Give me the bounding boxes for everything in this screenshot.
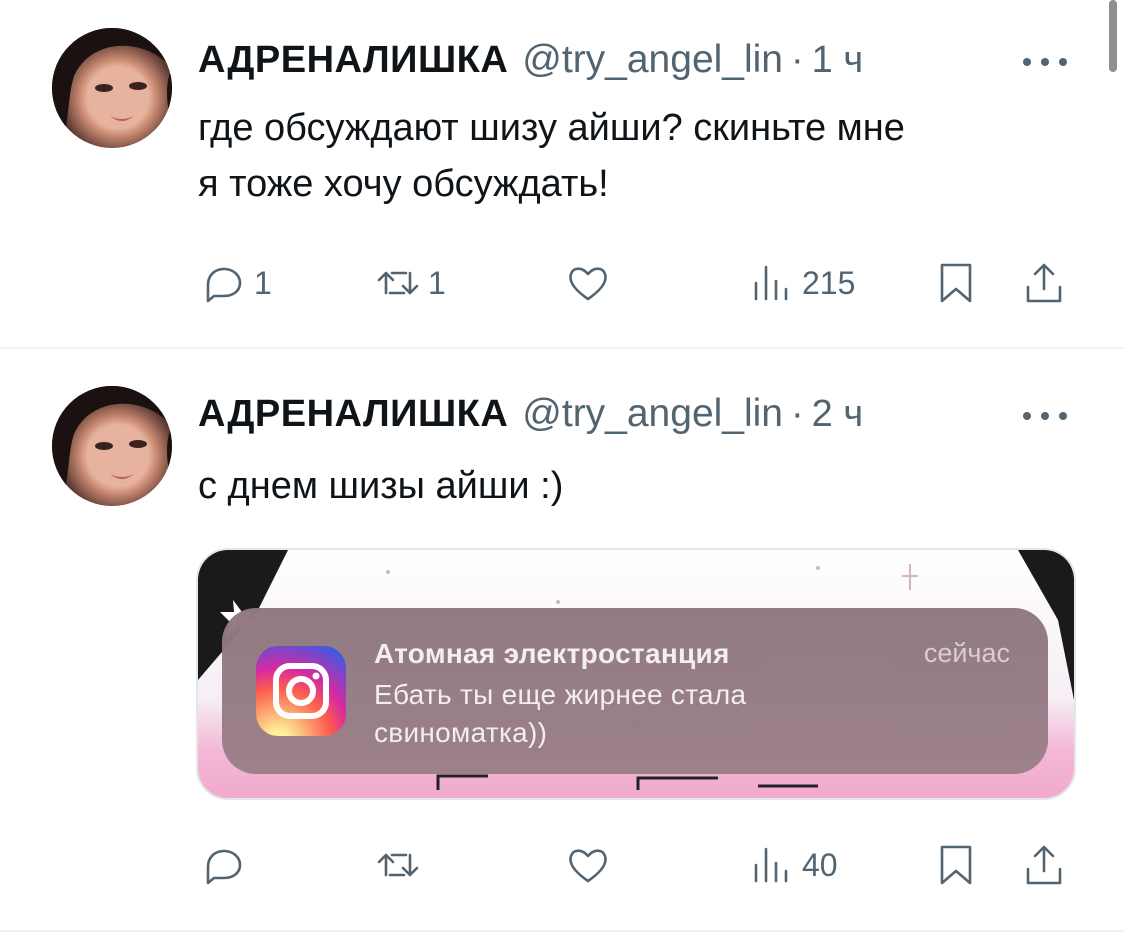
share-button[interactable] xyxy=(1022,840,1066,890)
views-button[interactable]: 215 xyxy=(750,258,855,308)
instagram-icon xyxy=(256,646,346,736)
views-count: 215 xyxy=(802,264,856,301)
views-count: 40 xyxy=(802,846,838,883)
views-icon xyxy=(754,847,788,883)
views-icon xyxy=(754,265,788,301)
tweet-actions: 1 1 215 xyxy=(196,258,1076,308)
retweet-button[interactable] xyxy=(376,840,420,890)
retweet-count: 1 xyxy=(428,264,446,301)
divider xyxy=(0,930,1125,932)
share-button[interactable] xyxy=(1022,258,1066,308)
author-handle[interactable]: @try_angel_lin xyxy=(522,38,783,82)
heart-icon xyxy=(569,849,607,883)
avatar[interactable] xyxy=(52,28,172,148)
tweet-header: АДРЕНАЛИШКА @try_angel_lin · 2 ч xyxy=(198,392,863,436)
author-name[interactable]: АДРЕНАЛИШКА xyxy=(198,39,508,82)
retweet-icon xyxy=(377,853,419,877)
tweet-header: АДРЕНАЛИШКА @try_angel_lin · 1 ч xyxy=(198,38,863,82)
notification-time: сейчас xyxy=(923,638,1010,668)
views-button[interactable]: 40 xyxy=(750,840,838,890)
like-button[interactable] xyxy=(566,840,610,890)
separator: · xyxy=(791,393,804,435)
retweet-button[interactable]: 1 xyxy=(376,258,446,308)
more-icon[interactable] xyxy=(1023,406,1067,426)
reply-button[interactable] xyxy=(202,840,246,890)
more-icon[interactable] xyxy=(1023,52,1067,72)
bookmark-button[interactable] xyxy=(934,258,978,308)
separator: · xyxy=(791,39,804,81)
avatar[interactable] xyxy=(52,386,172,506)
tweet-actions: 40 xyxy=(196,840,1076,890)
bookmark-icon xyxy=(940,845,972,885)
reply-button[interactable]: 1 xyxy=(202,258,272,308)
tweet[interactable]: АДРЕНАЛИШКА @try_angel_lin · 2 ч с днем … xyxy=(0,350,1125,934)
retweet-icon xyxy=(377,271,419,295)
timestamp[interactable]: 1 ч xyxy=(812,39,864,82)
author-name[interactable]: АДРЕНАЛИШКА xyxy=(198,393,508,436)
bookmark-button[interactable] xyxy=(934,840,978,890)
notification-title: Атомная электростанция xyxy=(374,638,730,669)
bookmark-icon xyxy=(940,263,972,303)
timestamp[interactable]: 2 ч xyxy=(812,393,864,436)
tweet-text: где обсуждают шизу айши? скиньте мне я т… xyxy=(198,107,905,205)
tweet-media[interactable]: Атомная электростанция сейчас Ебать ты е… xyxy=(196,548,1076,800)
like-button[interactable] xyxy=(566,258,610,308)
tweet-text: с днем шизы айши :) xyxy=(198,465,564,507)
heart-icon xyxy=(569,267,607,301)
push-notification[interactable]: Атомная электростанция сейчас Ебать ты е… xyxy=(222,608,1048,774)
reply-icon xyxy=(206,267,242,303)
reply-count: 1 xyxy=(254,264,272,301)
notification-body: Ебать ты еще жирнее стала свиноматка)) xyxy=(374,679,747,748)
share-icon xyxy=(1026,845,1062,885)
share-icon xyxy=(1026,263,1062,303)
reply-icon xyxy=(206,849,242,885)
divider xyxy=(0,347,1125,349)
tweet[interactable]: АДРЕНАЛИШКА @try_angel_lin · 1 ч где обс… xyxy=(0,0,1125,348)
author-handle[interactable]: @try_angel_lin xyxy=(522,392,783,436)
